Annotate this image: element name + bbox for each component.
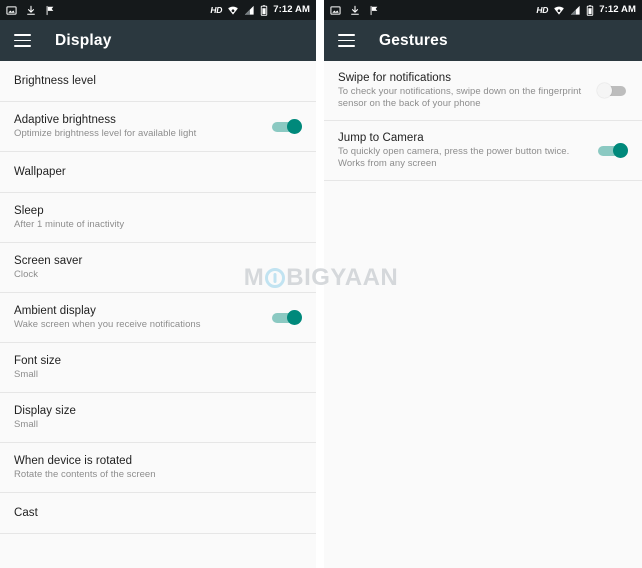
image-icon bbox=[6, 5, 17, 15]
toggle-adaptive-brightness[interactable] bbox=[271, 119, 303, 134]
list-item-title: Cast bbox=[14, 507, 38, 519]
page-title: Display bbox=[55, 31, 112, 49]
status-bar-system-icons: HD 7:12 AM bbox=[210, 4, 311, 16]
status-bar-notification-icons bbox=[6, 5, 210, 16]
list-item-jump-to-camera[interactable]: Jump to Camera To quickly open camera, p… bbox=[323, 121, 642, 181]
toggle-ambient-display[interactable] bbox=[271, 310, 303, 325]
list-item-ambient-display[interactable]: Ambient display Wake screen when you rec… bbox=[0, 293, 317, 343]
wifi-icon bbox=[228, 6, 239, 15]
list-item-title: Swipe for notifications bbox=[337, 71, 451, 84]
dual-screenshot-container: HD 7:12 AM Display Brightness level Adap… bbox=[0, 0, 642, 568]
row-text: Swipe for notifications To check your no… bbox=[338, 62, 587, 120]
image-icon bbox=[330, 5, 341, 15]
list-item-display-size[interactable]: Display size Small bbox=[0, 393, 317, 443]
list-item-cast[interactable]: Cast bbox=[0, 493, 317, 534]
list-item-adaptive-brightness[interactable]: Adaptive brightness Optimize brightness … bbox=[0, 102, 317, 152]
settings-list-display: Brightness level Adaptive brightness Opt… bbox=[0, 61, 317, 534]
list-item-subtitle: Small bbox=[14, 368, 39, 380]
toggle-thumb bbox=[287, 310, 303, 325]
flag-icon bbox=[370, 5, 378, 15]
list-item-subtitle: Rotate the contents of the screen bbox=[14, 468, 156, 480]
list-item-subtitle: After 1 minute of inactivity bbox=[14, 218, 125, 230]
row-text: Wallpaper bbox=[14, 156, 302, 188]
list-item-title: Wallpaper bbox=[14, 166, 66, 178]
screen-divider bbox=[316, 0, 320, 568]
list-item-title: Screen saver bbox=[14, 254, 83, 267]
battery-icon bbox=[586, 4, 594, 16]
list-item-font-size[interactable]: Font size Small bbox=[0, 343, 317, 393]
hd-label: HD bbox=[210, 4, 223, 15]
list-item-title: Ambient display bbox=[14, 304, 96, 317]
list-item-title: Sleep bbox=[14, 204, 44, 217]
toggle-thumb bbox=[287, 119, 303, 134]
row-text: Font size Small bbox=[14, 345, 302, 391]
list-item-subtitle: To quickly open camera, press the power … bbox=[337, 145, 570, 170]
list-item-subtitle: To check your notifications, swipe down … bbox=[337, 85, 582, 110]
list-item-brightness-level[interactable]: Brightness level bbox=[0, 61, 317, 102]
toggle-swipe-for-notifications[interactable] bbox=[596, 83, 628, 98]
list-item-sleep[interactable]: Sleep After 1 minute of inactivity bbox=[0, 193, 317, 243]
status-bar-right: HD 7:12 AM bbox=[323, 0, 642, 20]
row-text: Brightness level bbox=[14, 65, 302, 97]
list-item-title: Font size bbox=[14, 354, 62, 367]
list-item-wallpaper[interactable]: Wallpaper bbox=[0, 152, 317, 193]
signal-icon bbox=[245, 5, 254, 15]
list-item-subtitle: Clock bbox=[14, 268, 39, 280]
list-item-title: Adaptive brightness bbox=[14, 113, 116, 126]
hd-label: HD bbox=[536, 4, 549, 15]
row-text: Screen saver Clock bbox=[14, 245, 302, 291]
list-item-screen-saver[interactable]: Screen saver Clock bbox=[0, 243, 317, 293]
toggle-jump-to-camera[interactable] bbox=[597, 143, 628, 158]
list-item-subtitle: Wake screen when you receive notificatio… bbox=[14, 318, 201, 330]
toolbar-gestures: Gestures bbox=[323, 20, 642, 61]
row-text: Cast bbox=[14, 497, 302, 529]
list-item-swipe-for-notifications[interactable]: Swipe for notifications To check your no… bbox=[323, 61, 642, 121]
list-item-subtitle: Small bbox=[14, 418, 39, 430]
list-item-when-device-is-rotated[interactable]: When device is rotated Rotate the conten… bbox=[0, 443, 317, 493]
status-bar-left: HD 7:12 AM bbox=[0, 0, 317, 20]
row-text: Sleep After 1 minute of inactivity bbox=[14, 195, 302, 241]
row-text: When device is rotated Rotate the conten… bbox=[14, 445, 302, 491]
row-text: Display size Small bbox=[14, 395, 302, 441]
status-bar-notification-icons bbox=[330, 5, 536, 16]
list-item-title: Brightness level bbox=[14, 75, 96, 87]
toggle-thumb bbox=[612, 143, 628, 158]
settings-list-gestures: Swipe for notifications To check your no… bbox=[323, 61, 642, 181]
battery-icon bbox=[261, 4, 268, 16]
wifi-icon bbox=[554, 6, 565, 15]
flag-icon bbox=[46, 5, 54, 15]
clock-time: 7:12 AM bbox=[273, 4, 311, 16]
phone-screen-gestures: HD 7:12 AM Gestures Swipe for notificati… bbox=[323, 0, 642, 568]
row-text: Jump to Camera To quickly open camera, p… bbox=[338, 122, 587, 180]
clock-time: 7:12 AM bbox=[599, 4, 636, 16]
list-item-title: Jump to Camera bbox=[337, 131, 424, 144]
toggle-thumb bbox=[596, 83, 612, 98]
download-icon bbox=[351, 5, 359, 15]
signal-icon bbox=[571, 5, 580, 15]
row-text: Ambient display Wake screen when you rec… bbox=[14, 295, 261, 341]
list-item-title: Display size bbox=[14, 404, 76, 417]
list-item-title: When device is rotated bbox=[14, 454, 133, 467]
hamburger-menu-icon[interactable] bbox=[14, 34, 31, 47]
status-bar-system-icons: HD 7:12 AM bbox=[536, 4, 636, 16]
row-text: Adaptive brightness Optimize brightness … bbox=[14, 104, 261, 150]
toolbar-display: Display bbox=[0, 20, 317, 61]
page-title: Gestures bbox=[378, 31, 448, 49]
phone-screen-display: HD 7:12 AM Display Brightness level Adap… bbox=[0, 0, 317, 568]
hamburger-menu-icon[interactable] bbox=[337, 34, 355, 47]
download-icon bbox=[27, 5, 35, 15]
list-item-subtitle: Optimize brightness level for available … bbox=[14, 127, 197, 139]
